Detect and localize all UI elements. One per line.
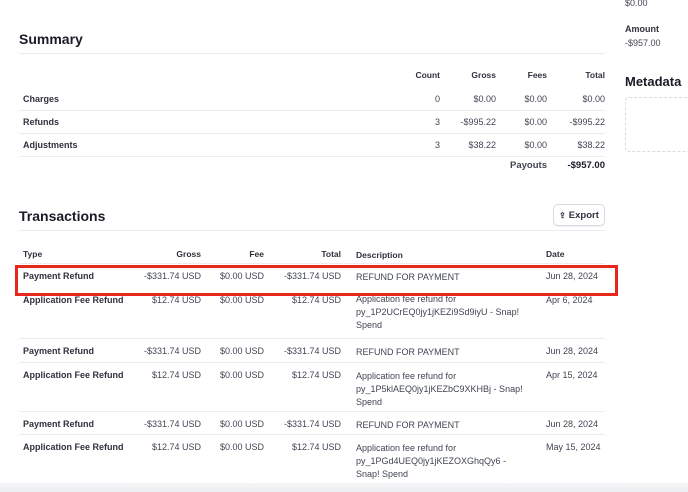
export-button[interactable]: ⇪ Export	[553, 204, 605, 226]
col-total: Total	[585, 70, 605, 80]
summary-row-charges: Charges 0 $0.00 $0.00 $0.00	[19, 88, 605, 111]
row-total: $38.22	[577, 140, 605, 150]
row-label: Charges	[23, 94, 60, 104]
summary-title: Summary	[19, 31, 83, 47]
col-fees: Fees	[527, 70, 547, 80]
metadata-title: Metadata	[625, 74, 682, 89]
bottom-edge	[0, 483, 688, 492]
transactions-title: Transactions	[19, 208, 106, 224]
row-count: 3	[434, 117, 440, 127]
tx-description: REFUND FOR PAYMENT	[356, 347, 460, 357]
tx-fee: $0.00 USD	[219, 295, 264, 305]
row-gross: $0.00	[473, 94, 496, 104]
row-total: -$995.22	[569, 117, 605, 127]
table-row[interactable]: Application Fee Refund $12.74 USD $0.00 …	[19, 362, 605, 411]
tx-fee: $0.00 USD	[219, 419, 264, 429]
payouts-row: Payouts -$957.00	[19, 160, 605, 180]
tx-type: Payment Refund	[23, 419, 95, 429]
tx-fee: $0.00 USD	[219, 346, 264, 356]
tx-gross: $12.74 USD	[151, 442, 201, 452]
tx-date: May 15, 2024	[546, 442, 601, 452]
col-count: Count	[415, 70, 440, 80]
tx-total: $12.74 USD	[291, 442, 341, 452]
tx-date: Jun 28, 2024	[546, 346, 599, 356]
payouts-label: Payouts	[510, 160, 547, 171]
row-label: Refunds	[23, 117, 59, 127]
top-value: $0.00	[625, 0, 648, 8]
tx-description: Application fee refund for py_1PGd4UEQ0j…	[356, 443, 507, 479]
row-fees: $0.00	[524, 94, 547, 104]
tx-gross: -$331.74 USD	[143, 419, 201, 429]
summary-row-refunds: Refunds 3 -$995.22 $0.00 -$995.22	[19, 111, 605, 134]
metadata-box[interactable]	[625, 97, 688, 152]
tx-fee: $0.00 USD	[219, 442, 264, 452]
amount-label: Amount	[625, 24, 659, 34]
row-gross: $38.22	[468, 140, 496, 150]
tx-date: Jun 28, 2024	[546, 419, 599, 429]
tx-gross: $12.74 USD	[151, 370, 201, 380]
row-label: Adjustments	[23, 140, 78, 150]
tx-fee: $0.00 USD	[219, 370, 264, 380]
col-date: Date	[546, 249, 565, 259]
divider	[19, 230, 605, 231]
tx-gross: $12.74 USD	[151, 295, 201, 305]
tx-total: $12.74 USD	[291, 295, 341, 305]
table-row[interactable]: Payment Refund -$331.74 USD $0.00 USD -$…	[19, 338, 605, 362]
tx-date: Apr 6, 2024	[546, 295, 593, 305]
tx-total: $12.74 USD	[291, 370, 341, 380]
col-fee: Fee	[249, 249, 264, 259]
highlight-box	[15, 265, 618, 296]
col-gross: Gross	[176, 249, 201, 259]
row-total: $0.00	[582, 94, 605, 104]
amount-value: -$957.00	[625, 38, 661, 48]
transactions-header: Type Gross Fee Total Description Date	[19, 245, 605, 265]
row-count: 0	[434, 94, 440, 104]
table-row[interactable]: Payment Refund -$331.74 USD $0.00 USD -$…	[19, 411, 605, 434]
divider	[19, 53, 605, 54]
col-total: Total	[321, 249, 341, 259]
tx-type: Payment Refund	[23, 346, 95, 356]
tx-type: Application Fee Refund	[23, 295, 124, 305]
tx-description: REFUND FOR PAYMENT	[356, 420, 460, 430]
summary-row-adjustments: Adjustments 3 $38.22 $0.00 $38.22	[19, 134, 605, 157]
tx-date: Apr 15, 2024	[546, 370, 598, 380]
row-gross: -$995.22	[460, 117, 496, 127]
export-label: Export	[568, 209, 599, 221]
tx-gross: -$331.74 USD	[143, 346, 201, 356]
row-fees: $0.00	[524, 140, 547, 150]
tx-description: Application fee refund for py_1P2UCrEQ0j…	[356, 294, 520, 330]
tx-type: Application Fee Refund	[23, 370, 124, 380]
export-arrow-icon: ⇪	[559, 210, 566, 220]
row-fees: $0.00	[524, 117, 547, 127]
tx-description: Application fee refund for py_1P5klAEQ0j…	[356, 371, 523, 407]
payouts-value: -$957.00	[567, 160, 605, 171]
table-row[interactable]: Application Fee Refund $12.74 USD $0.00 …	[19, 434, 605, 483]
col-gross: Gross	[471, 70, 496, 80]
tx-total: -$331.74 USD	[283, 346, 341, 356]
col-description: Description	[356, 250, 403, 260]
col-type: Type	[23, 249, 43, 259]
tx-total: -$331.74 USD	[283, 419, 341, 429]
row-count: 3	[434, 140, 440, 150]
tx-type: Application Fee Refund	[23, 442, 124, 452]
